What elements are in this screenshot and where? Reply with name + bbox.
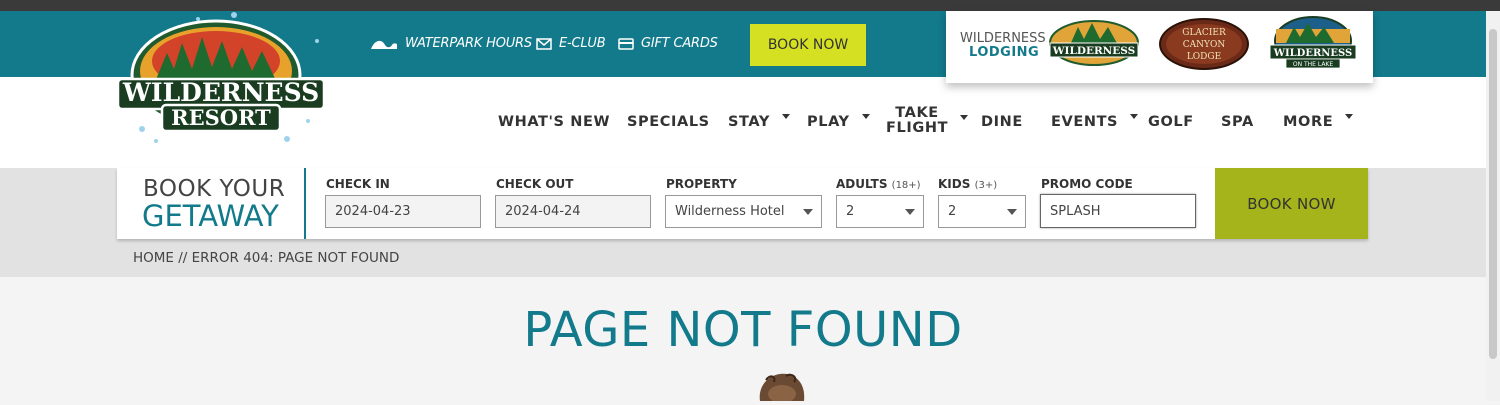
nav-item-take-flight[interactable]: TAKE FLIGHT bbox=[886, 105, 969, 136]
kids-value: 2 bbox=[948, 204, 957, 219]
chevron-down-icon bbox=[1007, 209, 1017, 215]
check-in-field[interactable]: 2024-04-23 bbox=[325, 195, 481, 228]
getaway-title: GETAWAY bbox=[142, 199, 279, 233]
logo-text-line1: WILDERNESS bbox=[122, 78, 319, 107]
badge2-line2: CANYON bbox=[1183, 40, 1226, 50]
nav-item-stay[interactable]: STAY bbox=[728, 113, 790, 130]
adults-note: (18+) bbox=[891, 180, 921, 191]
wave-icon bbox=[370, 37, 398, 51]
nav-item-spa[interactable]: SPA bbox=[1221, 114, 1254, 130]
book-now-button[interactable]: BOOK NOW bbox=[1215, 168, 1368, 239]
lodging-label-line1: WILDERNESS bbox=[960, 31, 1046, 46]
caret-down-icon bbox=[781, 113, 790, 119]
scrollbar[interactable] bbox=[1486, 11, 1500, 401]
nav-item-events[interactable]: EVENTS bbox=[1051, 113, 1139, 130]
property-label: PROPERTY bbox=[666, 177, 737, 191]
waterpark-hours-label: WATERPARK HOURS bbox=[405, 36, 532, 51]
kids-label: KIDS (3+) bbox=[938, 177, 998, 191]
chevron-down-icon bbox=[905, 209, 915, 215]
envelope-icon bbox=[536, 37, 552, 50]
caret-down-icon bbox=[1345, 113, 1354, 119]
badge2-line1: GLACIER bbox=[1182, 28, 1226, 38]
booking-divider bbox=[304, 168, 306, 239]
check-in-label: CHECK IN bbox=[326, 177, 390, 191]
kids-select[interactable]: 2 bbox=[938, 195, 1026, 228]
eclub-link[interactable]: E-CLUB bbox=[536, 36, 606, 51]
wilderness-lodging-panel: WILDERNESS LODGING WILDERNESS GLACIER CA… bbox=[946, 11, 1373, 83]
credit-card-icon bbox=[618, 37, 634, 50]
glacier-canyon-lodge-badge[interactable]: GLACIER CANYON LODGE bbox=[1158, 17, 1250, 75]
caret-down-icon bbox=[960, 114, 969, 120]
browser-top-strip bbox=[0, 0, 1500, 11]
check-out-value: 2024-04-24 bbox=[505, 204, 581, 219]
promo-code-label: PROMO CODE bbox=[1041, 177, 1133, 191]
nav-label: DINE bbox=[981, 114, 1023, 130]
eclub-label: E-CLUB bbox=[559, 36, 606, 51]
page-title: PAGE NOT FOUND bbox=[523, 302, 963, 358]
nav-item-golf[interactable]: GOLF bbox=[1148, 114, 1194, 130]
badge3-line1: WILDERNESS bbox=[1273, 48, 1353, 59]
property-value: Wilderness Hotel bbox=[675, 204, 785, 219]
promo-code-value: SPLASH bbox=[1050, 203, 1101, 219]
nav-item-whats-new[interactable]: WHAT'S NEW bbox=[498, 114, 610, 130]
adults-value: 2 bbox=[846, 204, 855, 219]
nav-label: GOLF bbox=[1148, 114, 1194, 130]
adults-label: ADULTS (18+) bbox=[836, 177, 921, 191]
caret-down-icon bbox=[861, 113, 870, 119]
nav-label-line2: FLIGHT bbox=[886, 120, 949, 136]
nav-item-specials[interactable]: SPECIALS bbox=[627, 114, 710, 130]
nav-item-dine[interactable]: DINE bbox=[981, 114, 1023, 130]
gift-cards-label: GIFT CARDS bbox=[641, 36, 718, 51]
nav-label-line1: TAKE bbox=[895, 105, 939, 121]
nav-label: STAY bbox=[728, 114, 770, 130]
scrollbar-thumb[interactable] bbox=[1489, 29, 1497, 359]
breadcrumb: HOME // ERROR 404: PAGE NOT FOUND bbox=[133, 250, 400, 266]
nav-item-play[interactable]: PLAY bbox=[807, 113, 870, 130]
lodging-label-line2: LODGING bbox=[969, 45, 1040, 60]
check-in-value: 2024-04-23 bbox=[335, 204, 411, 219]
caret-down-icon bbox=[1130, 113, 1139, 119]
badge2-line3: LODGE bbox=[1187, 52, 1221, 62]
promo-code-input[interactable]: SPLASH bbox=[1040, 194, 1196, 228]
nav-label: SPECIALS bbox=[627, 114, 710, 130]
nav-item-more[interactable]: MORE bbox=[1283, 113, 1354, 130]
nav-label: WHAT'S NEW bbox=[498, 114, 611, 130]
nav-label: SPA bbox=[1221, 114, 1254, 130]
nav-label: EVENTS bbox=[1051, 114, 1119, 130]
gift-cards-link[interactable]: GIFT CARDS bbox=[618, 36, 718, 51]
person-photo bbox=[750, 370, 812, 403]
check-out-field[interactable]: 2024-04-24 bbox=[495, 195, 651, 228]
property-select[interactable]: Wilderness Hotel bbox=[665, 195, 822, 228]
adults-select[interactable]: 2 bbox=[836, 195, 924, 228]
waterpark-hours-link[interactable]: WATERPARK HOURS bbox=[370, 36, 532, 51]
wilderness-on-the-lake-badge[interactable]: WILDERNESS ON THE LAKE bbox=[1268, 15, 1358, 77]
check-out-label: CHECK OUT bbox=[496, 177, 574, 191]
kids-note: (3+) bbox=[974, 180, 998, 191]
badge1-text: WILDERNESS bbox=[1052, 45, 1135, 57]
nav-label: PLAY bbox=[807, 114, 850, 130]
wilderness-hotel-badge[interactable]: WILDERNESS bbox=[1048, 19, 1140, 71]
logo-text-line2: RESORT bbox=[171, 105, 271, 130]
badge3-line2: ON THE LAKE bbox=[1293, 61, 1334, 68]
chevron-down-icon bbox=[803, 209, 813, 215]
wilderness-resort-logo[interactable]: WILDERNESS RESORT bbox=[112, 11, 332, 156]
book-now-top-button[interactable]: BOOK NOW bbox=[750, 24, 866, 66]
nav-label: MORE bbox=[1283, 114, 1334, 130]
